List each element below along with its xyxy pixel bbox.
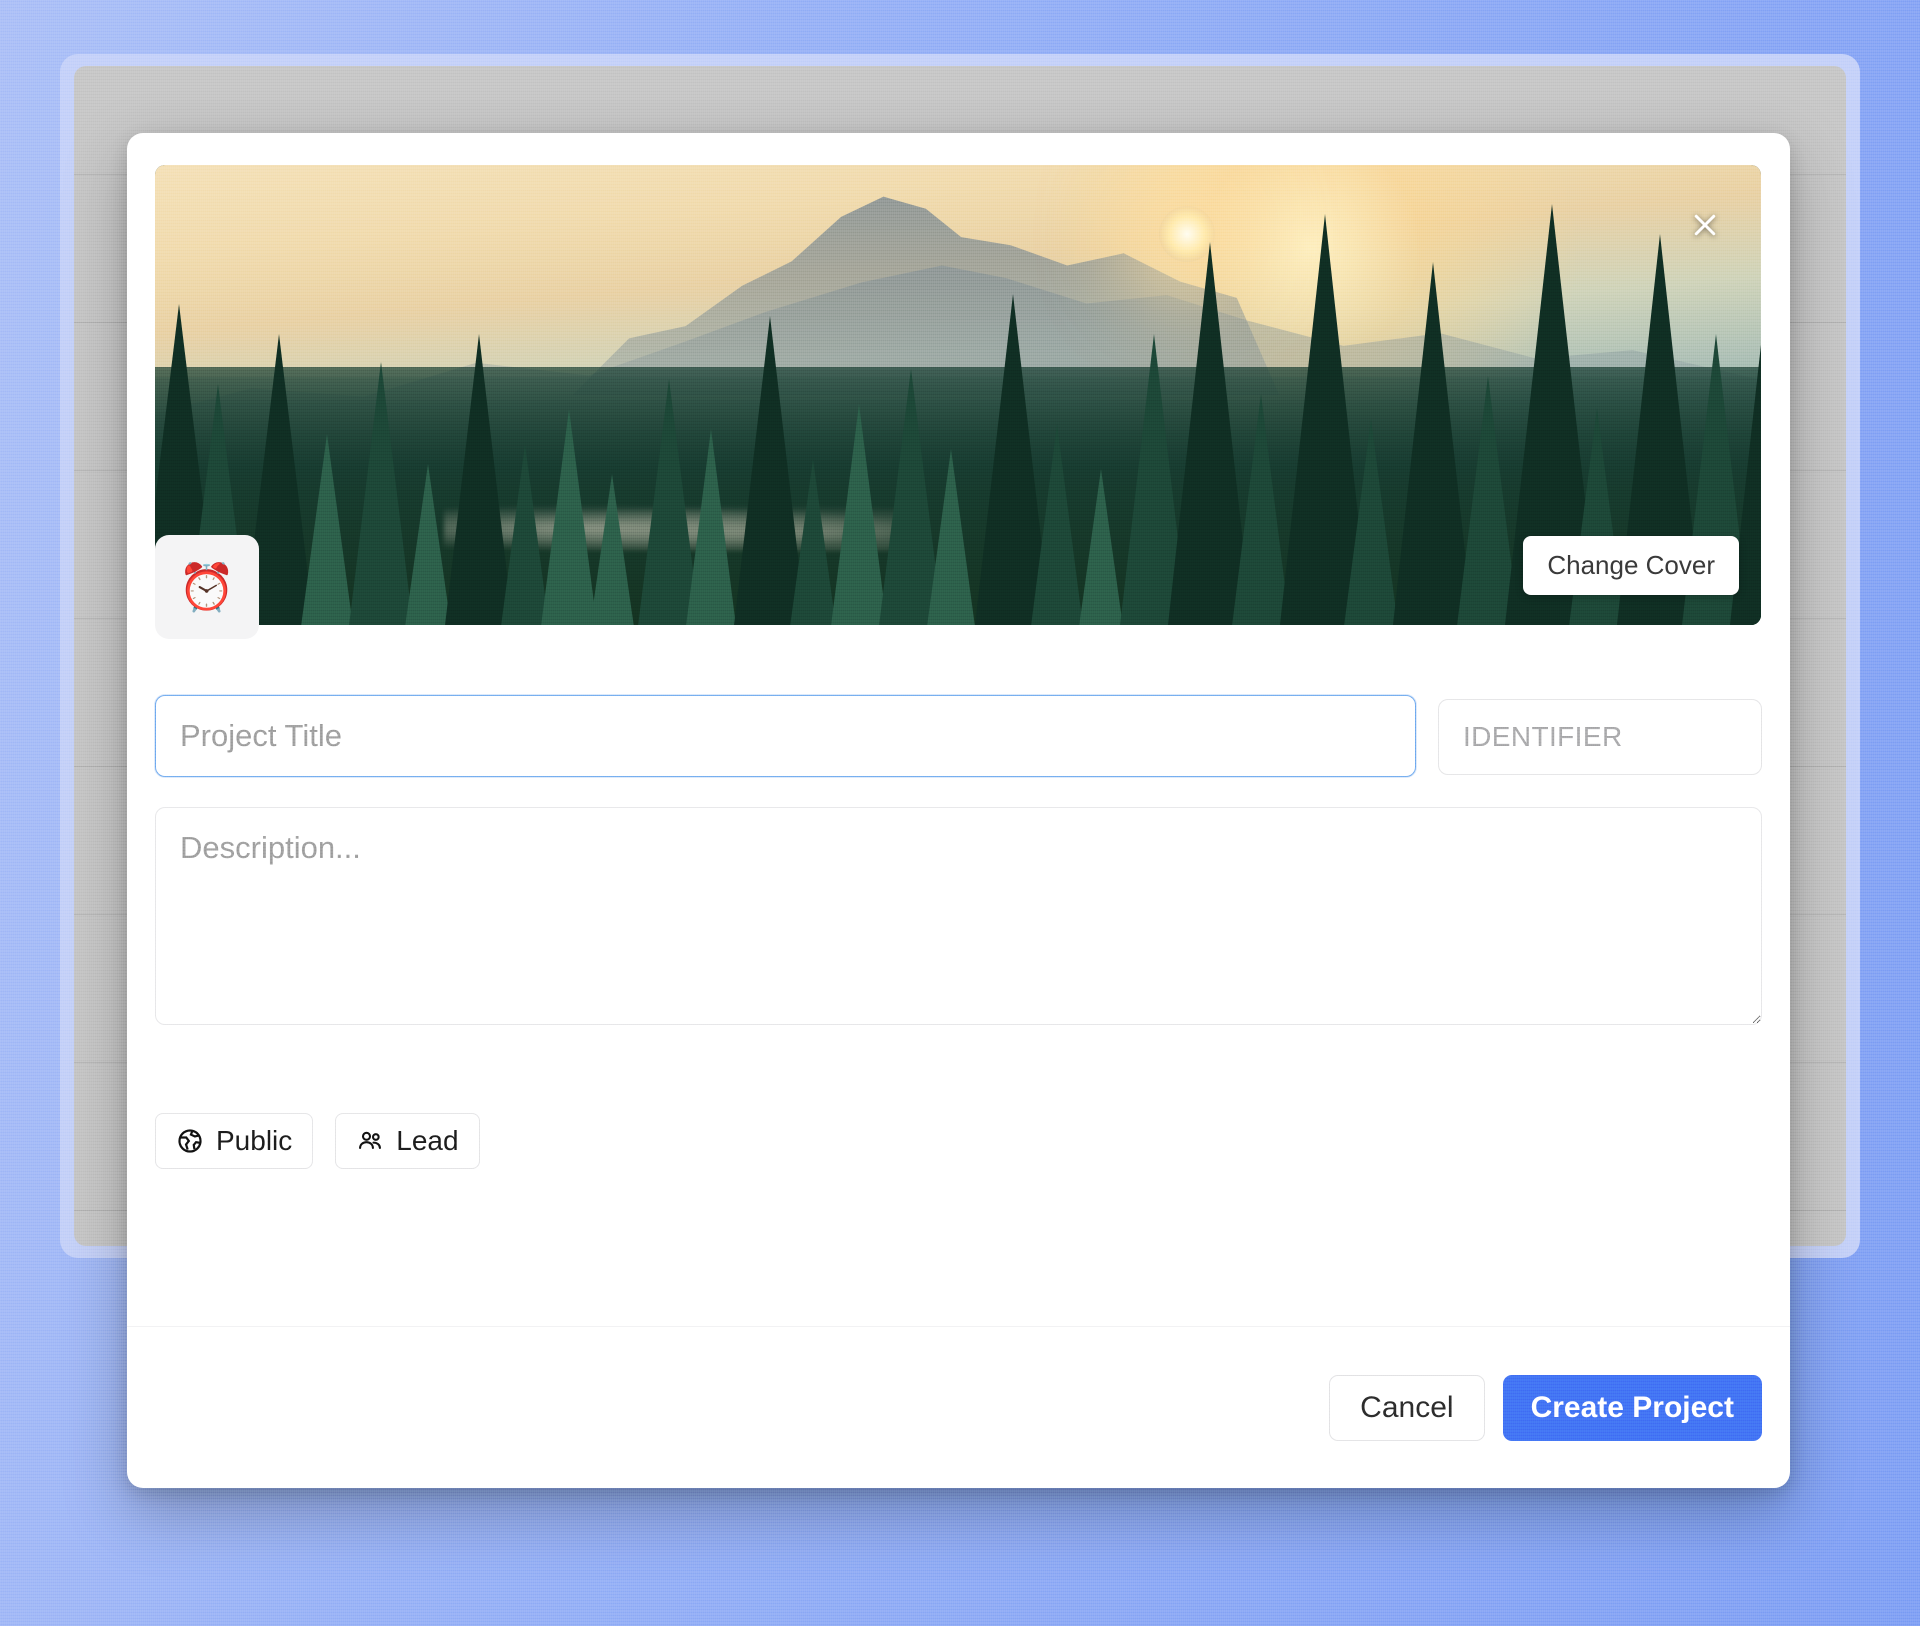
- lead-button[interactable]: Lead: [335, 1113, 480, 1169]
- cover-tree: [1078, 469, 1125, 625]
- alarm-clock-icon: ⏰: [178, 561, 236, 613]
- modal-footer: Cancel Create Project: [127, 1326, 1790, 1488]
- cover-tree: [925, 449, 976, 625]
- title-identifier-row: [155, 695, 1762, 777]
- project-icon-picker[interactable]: ⏰: [155, 535, 259, 639]
- cancel-button[interactable]: Cancel: [1329, 1374, 1485, 1441]
- project-title-input[interactable]: [155, 695, 1416, 777]
- change-cover-button[interactable]: Change Cover: [1523, 536, 1739, 595]
- globe-icon: [176, 1127, 204, 1155]
- create-project-button[interactable]: Create Project: [1502, 1374, 1762, 1441]
- lead-label: Lead: [396, 1125, 459, 1156]
- cover-tree: [684, 429, 737, 625]
- users-icon: [356, 1127, 384, 1155]
- create-project-modal: Change Cover ⏰ Project Title IDENTIFIER …: [127, 133, 1790, 1488]
- project-form: Public Lead: [155, 695, 1762, 1169]
- visibility-public-label: Public: [216, 1125, 293, 1156]
- description-textarea[interactable]: [155, 807, 1762, 1025]
- project-properties-row: Public Lead: [155, 1113, 1762, 1169]
- cover-image[interactable]: Change Cover: [155, 165, 1761, 625]
- visibility-public-button[interactable]: Public: [155, 1113, 314, 1169]
- cover-tree: [299, 434, 354, 625]
- cover-tree: [588, 474, 635, 625]
- identifier-input[interactable]: [1438, 699, 1762, 775]
- cover-tree: [1030, 424, 1085, 625]
- close-icon[interactable]: [1683, 203, 1727, 247]
- page-background: Change Cover ⏰ Project Title IDENTIFIER …: [0, 0, 1920, 1626]
